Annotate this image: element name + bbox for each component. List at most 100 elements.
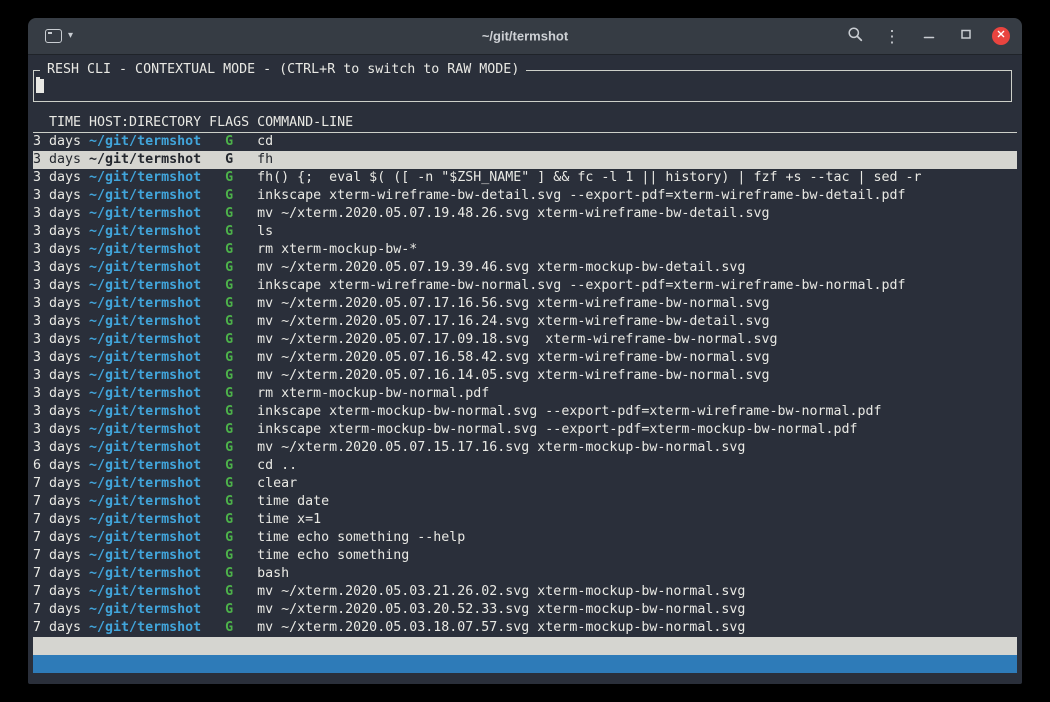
titlebar[interactable]: ▾ ~/git/termshot ⋮: [28, 18, 1022, 55]
row-flags: G: [209, 223, 249, 241]
row-directory: ~/git/termshot: [89, 547, 201, 565]
row-command: rm xterm-mockup-bw-normal.pdf: [257, 385, 1017, 403]
row-flags: G: [209, 169, 249, 187]
table-row[interactable]: 3 days ~/git/termshot G mv ~/xterm.2020.…: [33, 313, 1017, 331]
table-row[interactable]: 7 days ~/git/termshot G mv ~/xterm.2020.…: [33, 619, 1017, 637]
table-row[interactable]: 3 days ~/git/termshot G inkscape xterm-m…: [33, 421, 1017, 439]
row-flags: G: [209, 151, 249, 169]
table-row[interactable]: 7 days ~/git/termshot G time x=1: [33, 511, 1017, 529]
row-time: 7 days: [33, 493, 81, 511]
row-time: 3 days: [33, 187, 81, 205]
terminal-window: ▾ ~/git/termshot ⋮: [28, 18, 1022, 684]
table-row[interactable]: 3 days ~/git/termshot G mv ~/xterm.2020.…: [33, 331, 1017, 349]
row-time: 3 days: [33, 277, 81, 295]
row-flags: G: [209, 457, 249, 475]
row-time: 3 days: [33, 313, 81, 331]
table-row[interactable]: 6 days ~/git/termshot G cd ..: [33, 457, 1017, 475]
row-flags: G: [209, 187, 249, 205]
table-row[interactable]: 7 days ~/git/termshot G time date: [33, 493, 1017, 511]
table-row[interactable]: 3 days ~/git/termshot G rm xterm-mockup-…: [33, 241, 1017, 259]
table-row[interactable]: 3 days ~/git/termshot G mv ~/xterm.2020.…: [33, 205, 1017, 223]
row-flags: G: [209, 529, 249, 547]
row-time: 3 days: [33, 403, 81, 421]
table-row[interactable]: 7 days ~/git/termshot G mv ~/xterm.2020.…: [33, 601, 1017, 619]
row-command: inkscape xterm-wireframe-bw-detail.svg -…: [257, 187, 1017, 205]
close-button[interactable]: [992, 27, 1010, 45]
close-icon: [994, 27, 1008, 46]
row-directory: ~/git/termshot: [89, 277, 201, 295]
row-time: 3 days: [33, 349, 81, 367]
row-command: fh() {; eval $( ([ -n "$ZSH_NAME" ] && f…: [257, 169, 1017, 187]
minimize-button[interactable]: [918, 25, 940, 47]
row-flags: G: [209, 439, 249, 457]
table-row[interactable]: 7 days ~/git/termshot G time echo someth…: [33, 547, 1017, 565]
row-command: clear: [257, 475, 1017, 493]
row-time: 3 days: [33, 385, 81, 403]
restore-button[interactable]: [955, 25, 977, 47]
window-title: ~/git/termshot: [482, 29, 568, 44]
search-button[interactable]: [844, 25, 866, 47]
table-row[interactable]: 7 days ~/git/termshot G bash: [33, 565, 1017, 583]
row-time: 3 days: [33, 241, 81, 259]
table-row[interactable]: 7 days ~/git/termshot G clear: [33, 475, 1017, 493]
row-flags: G: [209, 619, 249, 637]
row-flags: G: [209, 583, 249, 601]
table-row[interactable]: 3 days ~/git/termshot G ls: [33, 223, 1017, 241]
row-directory: ~/git/termshot: [89, 349, 201, 367]
row-flags: G: [209, 601, 249, 619]
row-command: mv ~/xterm.2020.05.07.16.14.05.svg xterm…: [257, 367, 1017, 385]
table-row[interactable]: 3 days ~/git/termshot G mv ~/xterm.2020.…: [33, 349, 1017, 367]
terminal-icon: [45, 29, 62, 43]
row-command: time x=1: [257, 511, 1017, 529]
table-row[interactable]: 3 days ~/git/termshot G cd: [33, 133, 1017, 151]
row-directory: ~/git/termshot: [89, 151, 201, 169]
row-flags: G: [209, 547, 249, 565]
table-row[interactable]: 3 days ~/git/termshot G rm xterm-mockup-…: [33, 385, 1017, 403]
restore-icon: [958, 26, 974, 47]
table-row[interactable]: 3 days ~/git/termshot G inkscape xterm-w…: [33, 277, 1017, 295]
row-directory: ~/git/termshot: [89, 295, 201, 313]
row-directory: ~/git/termshot: [89, 511, 201, 529]
table-row[interactable]: 3 days ~/git/termshot G fh: [33, 151, 1017, 169]
table-row[interactable]: 7 days ~/git/termshot G mv ~/xterm.2020.…: [33, 583, 1017, 601]
row-flags: G: [209, 385, 249, 403]
row-flags: G: [209, 367, 249, 385]
resh-search-box[interactable]: RESH CLI - CONTEXTUAL MODE - (CTRL+R to …: [33, 70, 1012, 102]
row-command: time echo something: [257, 547, 1017, 565]
table-row[interactable]: 7 days ~/git/termshot G time echo someth…: [33, 529, 1017, 547]
row-command: inkscape xterm-mockup-bw-normal.svg --ex…: [257, 421, 1017, 439]
table-row[interactable]: 3 days ~/git/termshot G mv ~/xterm.2020.…: [33, 295, 1017, 313]
table-row[interactable]: 3 days ~/git/termshot G mv ~/xterm.2020.…: [33, 367, 1017, 385]
row-flags: G: [209, 241, 249, 259]
table-row[interactable]: 3 days ~/git/termshot G mv ~/xterm.2020.…: [33, 259, 1017, 277]
search-icon: [847, 26, 863, 47]
row-flags: G: [209, 331, 249, 349]
history-table-header: TIME HOST:DIRECTORY FLAGS COMMAND-LINE: [33, 114, 1017, 133]
row-directory: ~/git/termshot: [89, 439, 201, 457]
row-command: mv ~/xterm.2020.05.07.15.17.16.svg xterm…: [257, 439, 1017, 457]
row-time: 3 days: [33, 205, 81, 223]
row-flags: G: [209, 133, 249, 151]
row-time: 3 days: [33, 439, 81, 457]
row-directory: ~/git/termshot: [89, 259, 201, 277]
table-row[interactable]: 3 days ~/git/termshot G mv ~/xterm.2020.…: [33, 439, 1017, 457]
minimize-icon: [921, 26, 937, 47]
menu-button[interactable]: ⋮: [881, 25, 903, 47]
table-row[interactable]: 3 days ~/git/termshot G fh() {; eval $( …: [33, 169, 1017, 187]
table-row[interactable]: 3 days ~/git/termshot G inkscape xterm-w…: [33, 187, 1017, 205]
row-directory: ~/git/termshot: [89, 601, 201, 619]
table-row[interactable]: 3 days ~/git/termshot G inkscape xterm-m…: [33, 403, 1017, 421]
titlebar-right-controls: ⋮: [844, 25, 1010, 47]
row-command: ls: [257, 223, 1017, 241]
row-command: bash: [257, 565, 1017, 583]
row-time: 3 days: [33, 295, 81, 313]
header-host-directory: HOST:DIRECTORY: [89, 114, 201, 132]
row-time: 3 days: [33, 331, 81, 349]
terminal-content: RESH CLI - CONTEXTUAL MODE - (CTRL+R to …: [28, 55, 1022, 684]
row-flags: G: [209, 205, 249, 223]
row-directory: ~/git/termshot: [89, 583, 201, 601]
new-terminal-button[interactable]: ▾: [40, 26, 78, 46]
row-flags: G: [209, 295, 249, 313]
header-time: TIME: [33, 114, 81, 132]
row-command: inkscape xterm-mockup-bw-normal.svg --ex…: [257, 403, 1017, 421]
